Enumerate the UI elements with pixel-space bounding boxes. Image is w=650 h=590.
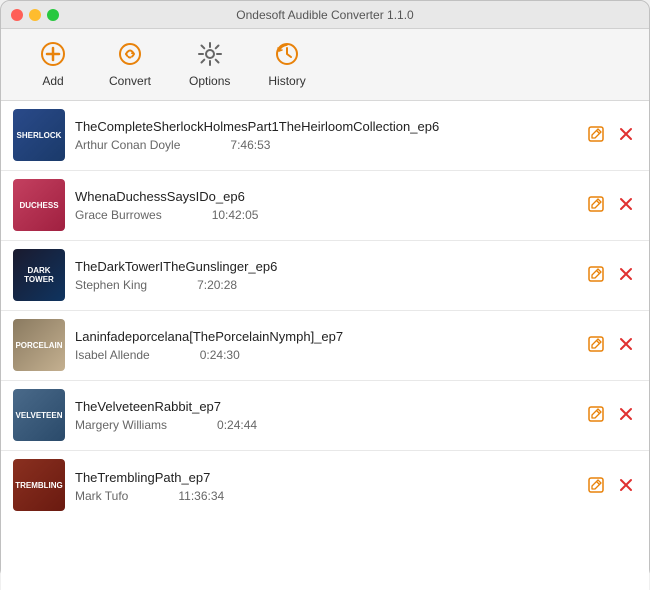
window-title: Ondesoft Audible Converter 1.1.0 [236, 8, 413, 22]
book-info: TheCompleteSherlockHolmesPart1TheHeirloo… [75, 109, 565, 162]
book-author: Arthur Conan Doyle [75, 138, 180, 152]
book-author: Stephen King [75, 278, 147, 292]
book-row: TREMBLING TheTremblingPath_ep7 Mark Tufo… [1, 451, 649, 521]
book-duration: 7:46:53 [230, 138, 270, 152]
add-button[interactable]: Add [21, 35, 85, 94]
delete-button[interactable] [615, 193, 637, 218]
book-info: Laninfadeporcelana[ThePorcelainNymph]_ep… [75, 319, 565, 372]
book-meta: Margery Williams 0:24:44 [75, 418, 565, 432]
book-author: Isabel Allende [75, 348, 150, 362]
book-author: Grace Burrowes [75, 208, 162, 222]
book-actions [575, 389, 637, 442]
options-icon [197, 41, 223, 72]
add-label: Add [42, 74, 63, 88]
edit-button[interactable] [585, 193, 607, 218]
book-duration: 11:36:34 [178, 489, 224, 503]
book-actions [575, 109, 637, 162]
history-icon [274, 41, 300, 72]
convert-icon [117, 41, 143, 72]
book-title: Laninfadeporcelana[ThePorcelainNymph]_ep… [75, 329, 565, 344]
options-label: Options [189, 74, 230, 88]
book-info: TheTremblingPath_ep7 Mark Tufo 11:36:34 [75, 459, 565, 513]
history-button[interactable]: History [254, 35, 319, 94]
toolbar: Add Convert [1, 29, 649, 101]
book-meta: Grace Burrowes 10:42:05 [75, 208, 565, 222]
close-button[interactable] [11, 9, 23, 21]
book-cover: DUCHESS [13, 179, 65, 231]
edit-button[interactable] [585, 263, 607, 288]
book-duration: 10:42:05 [212, 208, 259, 222]
book-duration: 0:24:30 [200, 348, 240, 362]
book-cover: VELVETEEN [13, 389, 65, 441]
book-title: TheVelveteenRabbit_ep7 [75, 399, 565, 414]
convert-button[interactable]: Convert [95, 35, 165, 94]
book-cover: TREMBLING [13, 459, 65, 511]
book-author: Margery Williams [75, 418, 167, 432]
book-info: WhenaDuchessSaysIDo_ep6 Grace Burrowes 1… [75, 179, 565, 232]
book-meta: Isabel Allende 0:24:30 [75, 348, 565, 362]
book-duration: 7:20:28 [197, 278, 237, 292]
convert-label: Convert [109, 74, 151, 88]
edit-button[interactable] [585, 333, 607, 358]
edit-button[interactable] [585, 403, 607, 428]
title-bar: Ondesoft Audible Converter 1.1.0 [1, 1, 649, 29]
delete-button[interactable] [615, 474, 637, 499]
book-actions [575, 249, 637, 302]
book-list: SHERLOCK TheCompleteSherlockHolmesPart1T… [1, 101, 649, 590]
book-meta: Mark Tufo 11:36:34 [75, 489, 565, 503]
book-row: VELVETEEN TheVelveteenRabbit_ep7 Margery… [1, 381, 649, 451]
book-title: TheCompleteSherlockHolmesPart1TheHeirloo… [75, 119, 565, 134]
book-actions [575, 319, 637, 372]
add-icon [40, 41, 66, 72]
book-title: TheDarkTowerITheGunslinger_ep6 [75, 259, 565, 274]
delete-button[interactable] [615, 403, 637, 428]
edit-button[interactable] [585, 474, 607, 499]
delete-button[interactable] [615, 333, 637, 358]
maximize-button[interactable] [47, 9, 59, 21]
edit-button[interactable] [585, 123, 607, 148]
options-button[interactable]: Options [175, 35, 244, 94]
book-info: TheVelveteenRabbit_ep7 Margery Williams … [75, 389, 565, 442]
book-actions [575, 459, 637, 513]
book-info: TheDarkTowerITheGunslinger_ep6 Stephen K… [75, 249, 565, 302]
book-duration: 0:24:44 [217, 418, 257, 432]
book-author: Mark Tufo [75, 489, 128, 503]
book-row: PORCELAIN Laninfadeporcelana[ThePorcelai… [1, 311, 649, 381]
book-meta: Arthur Conan Doyle 7:46:53 [75, 138, 565, 152]
book-title: TheTremblingPath_ep7 [75, 470, 565, 485]
book-row: DARK TOWER TheDarkTowerITheGunslinger_ep… [1, 241, 649, 311]
minimize-button[interactable] [29, 9, 41, 21]
book-cover: SHERLOCK [13, 109, 65, 161]
history-label: History [268, 74, 305, 88]
book-actions [575, 179, 637, 232]
book-title: WhenaDuchessSaysIDo_ep6 [75, 189, 565, 204]
book-cover: PORCELAIN [13, 319, 65, 371]
book-cover: DARK TOWER [13, 249, 65, 301]
book-row: DUCHESS WhenaDuchessSaysIDo_ep6 Grace Bu… [1, 171, 649, 241]
delete-button[interactable] [615, 263, 637, 288]
book-row: SHERLOCK TheCompleteSherlockHolmesPart1T… [1, 101, 649, 171]
window-controls [11, 9, 59, 21]
delete-button[interactable] [615, 123, 637, 148]
book-meta: Stephen King 7:20:28 [75, 278, 565, 292]
